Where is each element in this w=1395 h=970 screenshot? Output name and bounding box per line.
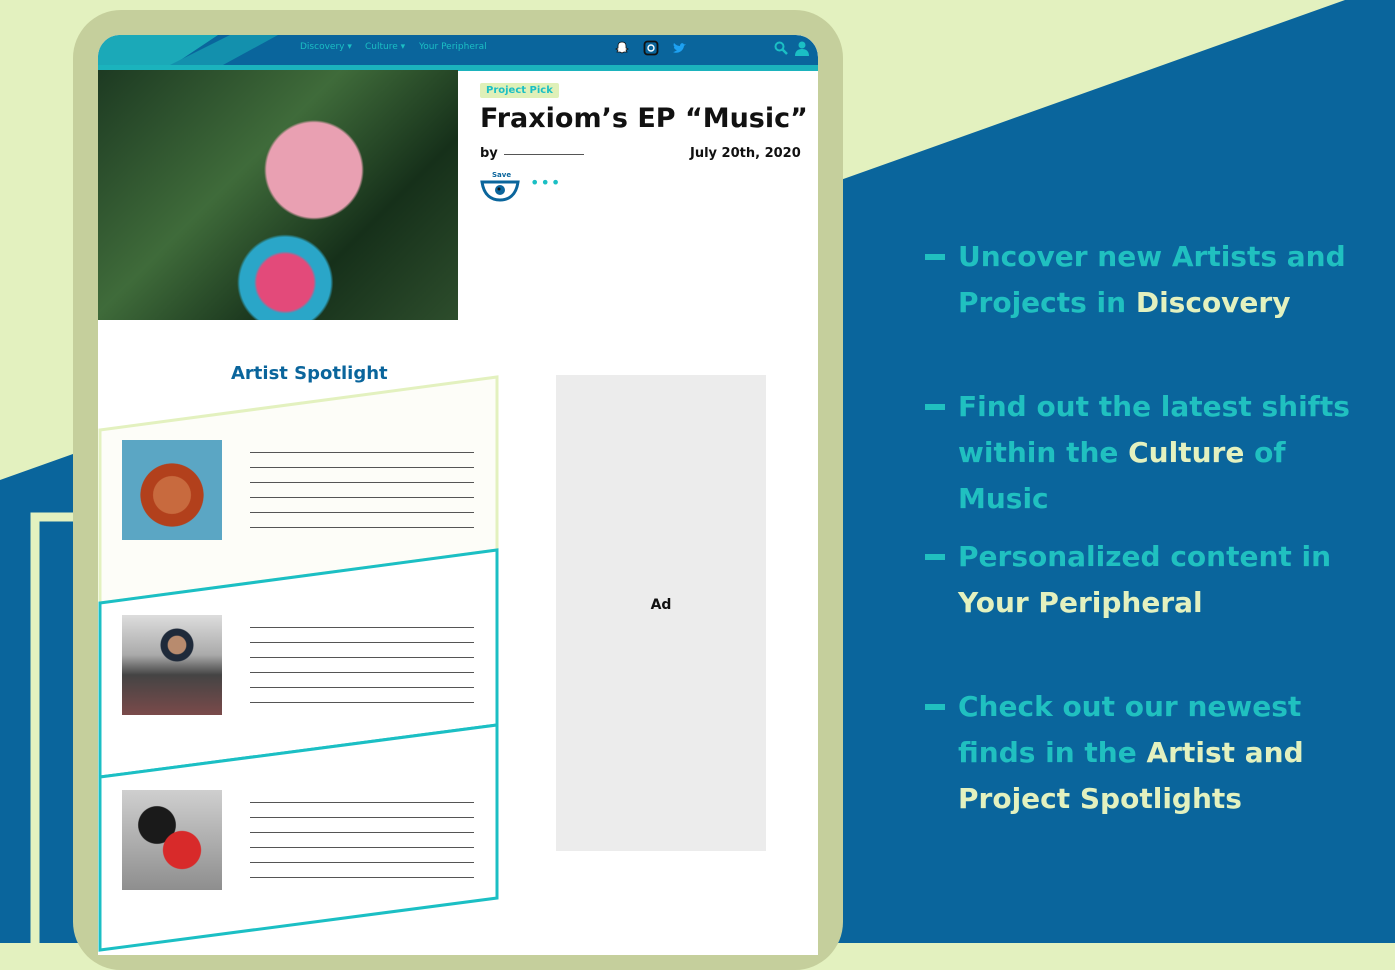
artist-text-placeholder (250, 788, 474, 878)
artist-text-placeholder (250, 613, 474, 703)
feature-item: Personalized content in Your Peripheral (925, 534, 1365, 626)
tablet-screen: Discovery ▾ Culture ▾ Your Peripheral Pr… (98, 35, 818, 955)
ad-placeholder[interactable]: Ad (556, 375, 766, 851)
artist-text-placeholder (250, 438, 474, 528)
artist-thumbnail[interactable] (122, 790, 222, 890)
feature-item: Find out the latest shifts within the Cu… (925, 384, 1365, 522)
feature-item: Check out our newest finds in the Artist… (925, 684, 1365, 822)
artist-thumbnail[interactable] (122, 615, 222, 715)
artist-thumbnail[interactable] (122, 440, 222, 540)
feature-item: Uncover new Artists and Projects in Disc… (925, 234, 1365, 326)
ad-label: Ad (650, 597, 672, 613)
